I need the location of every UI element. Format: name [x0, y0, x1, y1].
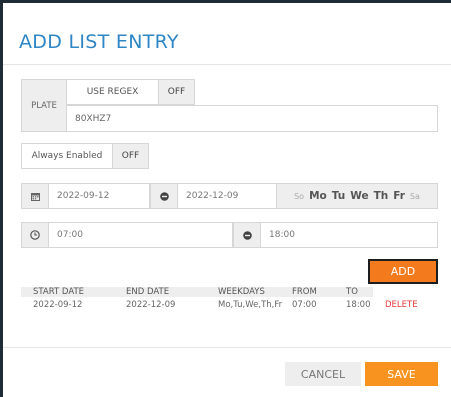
always-enabled-toggle[interactable]: OFF [113, 143, 149, 169]
plate-label: PLATE [21, 79, 67, 132]
footer-divider [3, 347, 451, 348]
weekday-selector: So Mo Tu We Th Fr Sa [277, 183, 438, 209]
minus-circle-icon [150, 183, 178, 209]
header-divider [3, 64, 451, 65]
window-frame-top [0, 0, 451, 3]
weekday-sunday[interactable]: So [294, 192, 304, 201]
clock-icon [21, 222, 49, 248]
column-header-weekdays: WEEKDAYS [218, 287, 265, 297]
cell-end-date: 2022-12-09 [126, 300, 176, 310]
weekday-monday[interactable]: Mo [309, 190, 327, 202]
weekday-saturday[interactable]: Sa [410, 192, 420, 201]
weekday-wednesday[interactable]: We [350, 190, 368, 202]
always-enabled-label: Always Enabled [21, 143, 113, 169]
weekday-friday[interactable]: Fr [393, 190, 405, 202]
add-button[interactable]: ADD [368, 259, 438, 284]
weekday-tuesday[interactable]: Tu [332, 190, 345, 202]
column-header-start-date: START DATE [33, 287, 85, 297]
column-header-end-date: END DATE [126, 287, 170, 297]
use-regex-label: USE REGEX [67, 79, 159, 105]
window-frame-left [0, 0, 3, 397]
weekday-thursday[interactable]: Th [374, 190, 389, 202]
plate-group: PLATE USE REGEX OFF 80XHZ7 [21, 79, 438, 132]
minus-circle-icon [233, 222, 261, 248]
from-time-input[interactable]: 07:00 [49, 222, 233, 248]
cancel-button[interactable]: CANCEL [285, 362, 361, 386]
delete-entry-link[interactable]: DELETE [385, 300, 418, 310]
start-date-input[interactable]: 2022-09-12 [49, 183, 150, 209]
use-regex-toggle[interactable]: OFF [159, 79, 195, 105]
calendar-icon [21, 183, 49, 209]
cell-start-date: 2022-09-12 [33, 300, 83, 310]
save-button[interactable]: SAVE [365, 362, 438, 386]
cell-from: 07:00 [292, 300, 317, 310]
to-time-input[interactable]: 18:00 [261, 222, 438, 248]
column-header-from: FROM [292, 287, 317, 297]
dialog-title: ADD LIST ENTRY [19, 31, 179, 53]
end-date-input[interactable]: 2022-12-09 [178, 183, 277, 209]
cell-weekdays: Mo,Tu,We,Th,Fr [218, 300, 283, 310]
plate-input[interactable]: 80XHZ7 [67, 105, 438, 132]
column-header-to: TO [346, 287, 358, 297]
cell-to: 18:00 [346, 300, 371, 310]
